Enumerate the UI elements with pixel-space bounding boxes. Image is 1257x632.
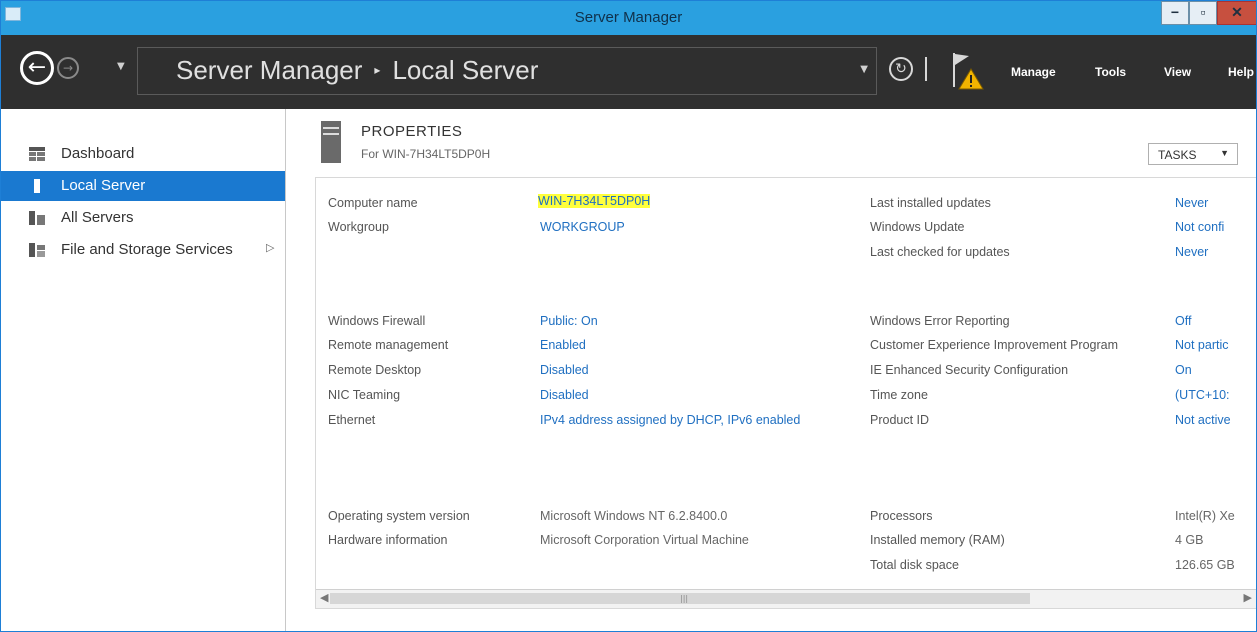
scroll-left-icon[interactable]: ◀ xyxy=(320,591,328,604)
property-label: Windows Error Reporting xyxy=(870,314,1010,328)
sidebar-item-label: All Servers xyxy=(61,209,134,226)
hardware-value: Microsoft Corporation Virtual Machine xyxy=(540,533,749,547)
tasks-label: TASKS xyxy=(1158,148,1197,162)
property-label: Operating system version xyxy=(328,509,470,523)
sidebar: Dashboard Local Server All Servers File … xyxy=(1,109,286,631)
divider xyxy=(925,57,927,81)
page-subtitle: For WIN-7H34LT5DP0H xyxy=(361,147,491,161)
property-label: Last installed updates xyxy=(870,196,991,210)
property-label: Computer name xyxy=(328,196,418,210)
property-label: Last checked for updates xyxy=(870,245,1010,259)
product-id-link[interactable]: Not active xyxy=(1175,413,1231,427)
sidebar-item-label: Dashboard xyxy=(61,145,135,162)
forward-button[interactable]: → xyxy=(57,57,79,79)
server-icon xyxy=(34,179,40,193)
nav-bar: ← → ▼ Server Manager ▸ Local Server ▼ ↻ Ma… xyxy=(1,35,1256,109)
scroll-thumb[interactable]: ||| xyxy=(330,593,1030,604)
nic-teaming-link[interactable]: Disabled xyxy=(540,388,589,402)
properties-panel: Computer name Workgroup Windows Firewall… xyxy=(315,177,1256,609)
sidebar-item-dashboard[interactable]: Dashboard xyxy=(1,139,285,169)
window-title: Server Manager xyxy=(574,9,683,26)
chevron-down-icon: ▼ xyxy=(1220,148,1229,158)
menu-help[interactable]: Help xyxy=(1228,65,1254,79)
remote-management-link[interactable]: Enabled xyxy=(540,338,586,352)
property-label: Remote Desktop xyxy=(328,363,422,377)
storage-icon xyxy=(29,243,45,257)
property-label: Product ID xyxy=(870,413,930,427)
memory-value: 4 GB xyxy=(1175,533,1204,547)
tasks-dropdown[interactable]: TASKS ▼ xyxy=(1148,143,1238,165)
ceip-link[interactable]: Not partic xyxy=(1175,338,1229,352)
sidebar-item-label: Local Server xyxy=(61,177,146,194)
title-bar[interactable]: Server Manager − ▫ ✕ xyxy=(1,1,1256,35)
ethernet-link[interactable]: IPv4 address assigned by DHCP, IPv6 enab… xyxy=(540,413,800,427)
address-dropdown-icon[interactable]: ▼ xyxy=(860,64,868,75)
refresh-icon[interactable]: ↻ xyxy=(889,57,913,81)
history-dropdown-icon[interactable]: ▼ xyxy=(117,61,125,72)
notifications-flag-icon[interactable] xyxy=(949,51,985,91)
property-label: Remote management xyxy=(328,338,449,352)
ie-esc-link[interactable]: On xyxy=(1175,363,1192,377)
horizontal-scrollbar[interactable]: ◀ ||| ▶ xyxy=(316,589,1256,608)
os-version-value: Microsoft Windows NT 6.2.8400.0 xyxy=(540,509,728,523)
disk-space-value: 126.65 GB xyxy=(1175,558,1235,572)
breadcrumb-root[interactable]: Server Manager xyxy=(176,55,362,85)
property-label: Workgroup xyxy=(328,220,389,234)
windows-update-link[interactable]: Not confi xyxy=(1175,220,1224,234)
property-label: Hardware information xyxy=(328,533,448,547)
scroll-right-icon[interactable]: ▶ xyxy=(1244,591,1252,604)
firewall-link[interactable]: Public: On xyxy=(540,314,598,328)
last-checked-link[interactable]: Never xyxy=(1175,245,1208,259)
breadcrumb-current: Local Server xyxy=(392,55,539,85)
menu-view[interactable]: View xyxy=(1164,65,1191,79)
minimize-button[interactable]: − xyxy=(1161,1,1189,25)
property-label: Windows Firewall xyxy=(328,314,426,328)
computer-name-link[interactable]: WIN-7H34LT5DP0H xyxy=(538,194,651,208)
server-manager-window: Server Manager − ▫ ✕ ← → ▼ Server Manage… xyxy=(0,0,1257,632)
processors-value: Intel(R) Xe xyxy=(1175,509,1235,523)
sidebar-item-all-servers[interactable]: All Servers xyxy=(1,203,285,233)
sidebar-item-label: File and Storage Services xyxy=(61,241,233,258)
back-button[interactable]: ← xyxy=(20,51,54,85)
last-updates-link[interactable]: Never xyxy=(1175,196,1208,210)
dashboard-icon xyxy=(29,147,45,161)
servers-icon xyxy=(29,211,45,225)
sidebar-item-local-server[interactable]: Local Server xyxy=(1,171,285,201)
property-label: Customer Experience Improvement Program xyxy=(870,338,1119,352)
breadcrumb[interactable]: Server Manager ▸ Local Server ▼ xyxy=(137,47,877,95)
property-label: Windows Update xyxy=(870,220,965,234)
property-label: Total disk space xyxy=(870,558,959,572)
server-tile-icon xyxy=(321,121,341,163)
expand-arrow-icon[interactable]: ▷ xyxy=(266,241,274,254)
property-label: Processors xyxy=(870,509,933,523)
time-zone-link[interactable]: (UTC+10: xyxy=(1175,388,1230,402)
menu-tools[interactable]: Tools xyxy=(1095,65,1126,79)
page-title: PROPERTIES xyxy=(361,123,463,140)
close-button[interactable]: ✕ xyxy=(1217,1,1256,25)
property-label: Ethernet xyxy=(328,413,376,427)
property-label: IE Enhanced Security Configuration xyxy=(870,363,1069,377)
sidebar-item-file-storage[interactable]: File and Storage Services ▷ xyxy=(1,235,285,265)
breadcrumb-separator-icon: ▸ xyxy=(374,63,381,77)
error-reporting-link[interactable]: Off xyxy=(1175,314,1191,328)
property-label: NIC Teaming xyxy=(328,388,401,402)
scroll-grip-icon: ||| xyxy=(680,594,689,603)
remote-desktop-link[interactable]: Disabled xyxy=(540,363,589,377)
property-label: Time zone xyxy=(870,388,928,402)
menu-manage[interactable]: Manage xyxy=(1011,65,1056,79)
maximize-button[interactable]: ▫ xyxy=(1189,1,1217,25)
workgroup-link[interactable]: WORKGROUP xyxy=(540,220,625,234)
property-label: Installed memory (RAM) xyxy=(870,533,1005,547)
